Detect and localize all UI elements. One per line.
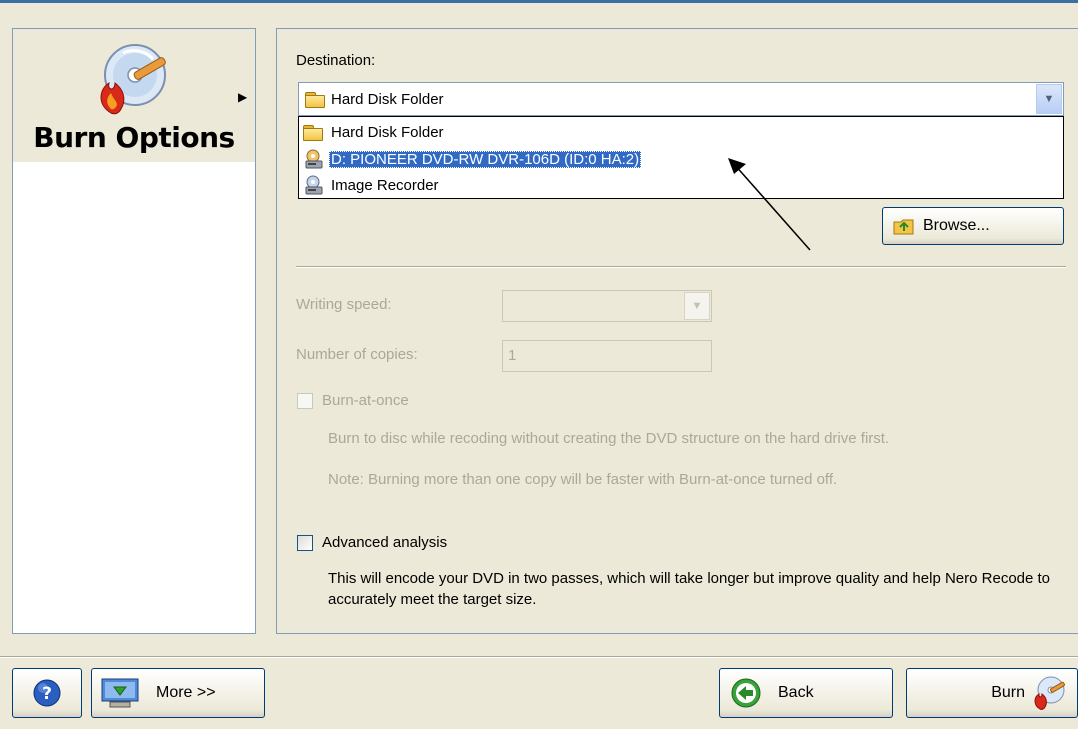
- expand-arrow-icon: ▶: [238, 90, 248, 104]
- advanced-analysis-checkbox[interactable]: [297, 535, 313, 551]
- burn-disc-icon: [1034, 676, 1065, 710]
- writing-speed-label: Writing speed:: [296, 296, 392, 313]
- copies-input[interactable]: 1: [502, 340, 712, 372]
- burn-at-once-label: Burn-at-once: [322, 392, 409, 409]
- burn-at-once-note: Note: Burning more than one copy will be…: [328, 471, 838, 488]
- option-label: Image Recorder: [331, 176, 439, 194]
- back-button[interactable]: Back: [719, 668, 893, 718]
- help-button[interactable]: ?: [12, 668, 82, 718]
- dvd-drive-icon: [305, 149, 323, 169]
- option-label: D: PIONEER DVD-RW DVR-106D (ID:0 HA:2): [329, 150, 642, 168]
- option-label: Hard Disk Folder: [331, 123, 444, 141]
- window-top-border: [0, 0, 1078, 3]
- dropdown-option-image-recorder[interactable]: Image Recorder: [303, 173, 441, 197]
- chevron-down-icon: ▼: [684, 292, 710, 320]
- browse-button[interactable]: Browse...: [882, 207, 1064, 245]
- back-arrow-icon: [731, 678, 761, 708]
- writing-speed-combobox[interactable]: ▼: [502, 290, 712, 322]
- advanced-analysis-label: Advanced analysis: [322, 534, 448, 551]
- burn-label: Burn: [991, 684, 1025, 701]
- footer-divider-highlight: [0, 657, 1078, 658]
- dropdown-option-dvd-drive[interactable]: D: PIONEER DVD-RW DVR-106D (ID:0 HA:2): [303, 147, 642, 171]
- image-recorder-icon: [305, 175, 323, 195]
- left-panel-header: Burn Options: [13, 29, 255, 162]
- left-navigation-panel: Burn Options: [12, 28, 256, 634]
- dropdown-option-hard-disk-folder[interactable]: Hard Disk Folder: [303, 120, 446, 144]
- annotation-arrow: [728, 158, 811, 251]
- burn-button[interactable]: Burn: [906, 668, 1078, 718]
- burn-disc-icon: [100, 44, 166, 115]
- burn-at-once-description: Burn to disc while recoding without crea…: [328, 430, 890, 447]
- folder-icon: [303, 124, 323, 141]
- page-title: Burn Options: [33, 121, 235, 154]
- advanced-analysis-description: This will encode your DVD in two passes,…: [328, 570, 1051, 608]
- help-icon: ?: [33, 679, 61, 707]
- destination-label: Destination:: [296, 52, 376, 69]
- folder-up-icon: [893, 219, 914, 235]
- chevron-down-icon[interactable]: ▼: [1036, 84, 1062, 114]
- destination-combobox[interactable]: Hard Disk Folder ▼: [298, 82, 1064, 116]
- destination-dropdown-list: Hard Disk Folder D: PIONEER DVD-RW DVR-1…: [298, 116, 1064, 199]
- more-label: More >>: [156, 684, 216, 701]
- back-label: Back: [778, 684, 814, 701]
- copies-label: Number of copies:: [296, 346, 418, 363]
- svg-text:?: ?: [42, 684, 52, 704]
- destination-selected-value: Hard Disk Folder: [331, 91, 444, 108]
- burn-at-once-checkbox[interactable]: [297, 393, 313, 409]
- browse-label: Browse...: [923, 217, 990, 234]
- monitor-download-icon: [101, 678, 139, 708]
- more-button[interactable]: More >>: [91, 668, 265, 718]
- folder-icon: [305, 92, 325, 108]
- section-divider: [296, 266, 1066, 268]
